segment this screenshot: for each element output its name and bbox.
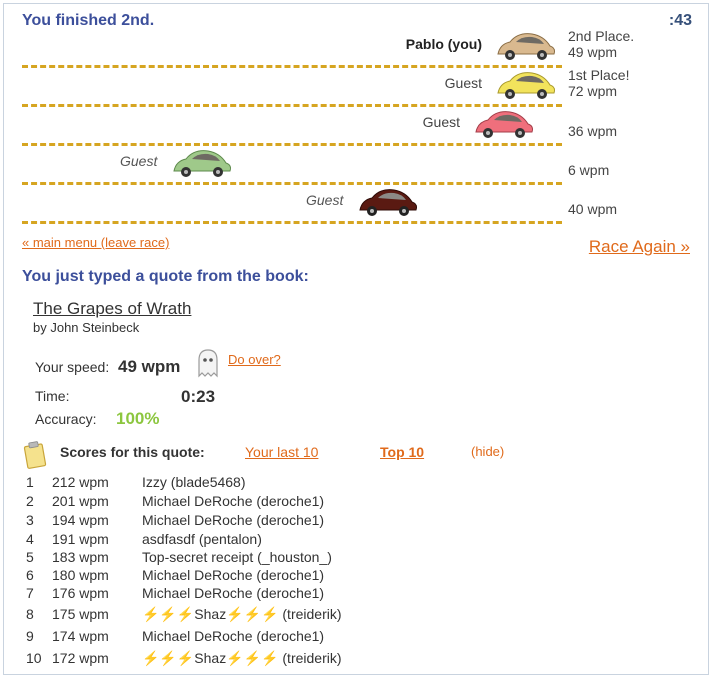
car-icon [173, 150, 231, 177]
racer-wpm-1: 49 wpm [568, 44, 618, 60]
score-rank: 3 [26, 512, 34, 528]
time-label: Time: [35, 388, 70, 404]
score-wpm: 191 wpm [52, 531, 109, 547]
score-user: Michael DeRoche (deroche1) [142, 567, 325, 583]
speed-label: Your speed: [35, 359, 110, 375]
accuracy-label: Accuracy: [35, 411, 97, 427]
racer-place-2: 1st Place! [568, 67, 630, 83]
lane-divider [22, 182, 562, 185]
lane-divider [22, 65, 562, 68]
race-again-link[interactable]: Race Again » [589, 237, 690, 257]
car-icon [475, 111, 533, 138]
score-wpm: 180 wpm [52, 567, 109, 583]
score-wpm: 212 wpm [52, 474, 109, 490]
finish-status: You finished 2nd. [22, 12, 155, 29]
racer-wpm-4: 6 wpm [568, 162, 610, 178]
score-rank: 1 [26, 474, 34, 490]
lane-divider [22, 104, 562, 107]
score-wpm: 201 wpm [52, 493, 109, 509]
racer-name-4: Guest [120, 153, 158, 169]
score-user: Izzy (blade5468) [142, 474, 246, 490]
book-title-link[interactable]: The Grapes of Wrath [33, 299, 191, 319]
score-rank: 8 [26, 606, 34, 622]
lane-divider [22, 143, 562, 146]
score-wpm: 194 wpm [52, 512, 109, 528]
score-user: ⚡⚡⚡Shaz⚡⚡⚡ (treiderik) [142, 650, 342, 666]
score-wpm: 174 wpm [52, 628, 109, 644]
score-user: Michael DeRoche (deroche1) [142, 512, 325, 528]
score-wpm: 172 wpm [52, 650, 109, 666]
score-row: 8 175 wpm ⚡⚡⚡Shaz⚡⚡⚡ (treiderik) [26, 606, 466, 626]
racer-wpm-3: 36 wpm [568, 123, 618, 139]
score-row: 3 194 wpm Michael DeRoche (deroche1) [26, 512, 466, 532]
car-icon [497, 33, 555, 60]
clipboard-icon [23, 441, 47, 469]
score-row: 7 176 wpm Michael DeRoche (deroche1) [26, 585, 466, 605]
score-rank: 2 [26, 493, 34, 509]
tab-your-last-10[interactable]: Your last 10 [245, 444, 318, 460]
ghost-icon[interactable] [195, 348, 221, 378]
speed-value: 49 wpm [118, 357, 181, 376]
score-user: Michael DeRoche (deroche1) [142, 585, 325, 601]
score-user: Michael DeRoche (deroche1) [142, 628, 325, 644]
do-over-link[interactable]: Do over? [228, 352, 281, 367]
score-row: 10 172 wpm ⚡⚡⚡Shaz⚡⚡⚡ (treiderik) [26, 650, 466, 670]
score-rank: 5 [26, 549, 34, 565]
score-rank: 10 [26, 650, 42, 666]
racer-name-1: Pablo (you) [405, 36, 482, 52]
score-rank: 9 [26, 628, 34, 644]
main-menu-link[interactable]: « main menu (leave race) [22, 235, 169, 250]
racer-name-3: Guest [422, 114, 460, 130]
racer-place-1: 2nd Place. [568, 28, 635, 44]
score-user: asdfasdf (pentalon) [142, 531, 262, 547]
score-user: ⚡⚡⚡Shaz⚡⚡⚡ (treiderik) [142, 606, 342, 622]
car-icon [359, 189, 417, 216]
score-user: Michael DeRoche (deroche1) [142, 493, 325, 509]
tab-top-10[interactable]: Top 10 [380, 444, 424, 460]
racer-wpm-5: 40 wpm [568, 201, 618, 217]
hide-scores-link[interactable]: (hide) [471, 444, 504, 459]
time-value: 0:23 [181, 387, 216, 406]
score-rank: 7 [26, 585, 34, 601]
score-rank: 6 [26, 567, 34, 583]
score-row: 2 201 wpm Michael DeRoche (deroche1) [26, 493, 466, 513]
score-wpm: 175 wpm [52, 606, 109, 622]
score-wpm: 176 wpm [52, 585, 109, 601]
score-row: 6 180 wpm Michael DeRoche (deroche1) [26, 567, 466, 587]
score-row: 4 191 wpm asdfasdf (pentalon) [26, 531, 466, 551]
scores-title: Scores for this quote: [60, 444, 205, 460]
racer-name-5: Guest [306, 192, 344, 208]
score-row: 1 212 wpm Izzy (blade5468) [26, 474, 466, 494]
accuracy-value: 100% [116, 409, 160, 428]
score-rank: 4 [26, 531, 34, 547]
score-wpm: 183 wpm [52, 549, 109, 565]
car-icon [497, 72, 555, 99]
race-results-panel: You finished 2nd. :43 Pablo (you) 2nd Pl… [3, 3, 709, 675]
race-timer: :43 [668, 12, 692, 29]
quote-heading: You just typed a quote from the book: [22, 268, 309, 285]
book-author: by John Steinbeck [33, 320, 140, 335]
racer-wpm-2: 72 wpm [568, 83, 618, 99]
score-row: 9 174 wpm Michael DeRoche (deroche1) [26, 628, 466, 648]
racer-name-2: Guest [444, 75, 482, 91]
lane-divider [22, 221, 562, 224]
score-row: 5 183 wpm Top-secret receipt (_houston_) [26, 549, 466, 569]
score-user: Top-secret receipt (_houston_) [142, 549, 332, 565]
